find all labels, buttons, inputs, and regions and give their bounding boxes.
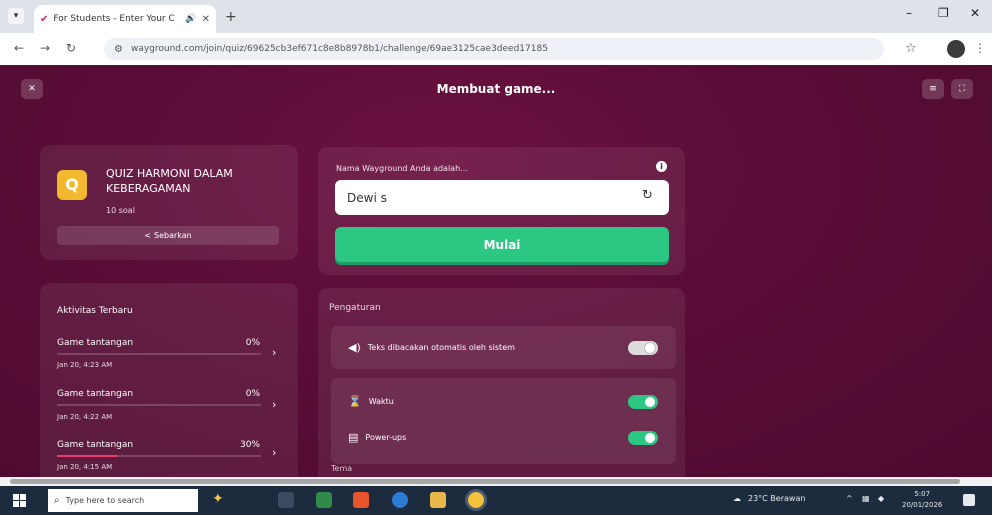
activity-progress-fill — [57, 455, 119, 457]
read-aloud-toggle[interactable] — [628, 341, 658, 355]
chrome-icon[interactable] — [468, 492, 484, 508]
activity-progress-bar — [57, 353, 261, 355]
volume-icon[interactable]: ◆ — [878, 494, 884, 503]
weather-text[interactable]: 23°C Berawan — [748, 494, 805, 503]
widgets-sparkle-icon[interactable]: ✦ — [212, 491, 224, 507]
timer-toggle[interactable] — [628, 395, 658, 409]
search-icon: ⌕ — [54, 495, 60, 506]
share-icon: < — [144, 231, 151, 240]
notification-icon[interactable] — [963, 494, 975, 506]
tab-title: For Students - Enter Your C — [53, 14, 175, 24]
activity-percent: 30% — [239, 440, 260, 450]
chevron-right-icon[interactable]: › — [272, 398, 276, 411]
chevron-right-icon[interactable]: › — [272, 446, 276, 459]
wayground-page: ✕ Membuat game... ≡ ⛶ Q QUIZ HARMONI DAL… — [0, 65, 992, 477]
reload-icon[interactable]: ↻ — [66, 41, 76, 55]
edge-icon[interactable] — [392, 492, 408, 508]
power-ups-icon: ▤ — [348, 431, 359, 444]
taskbar-search[interactable]: ⌕ Type here to search — [48, 489, 198, 512]
profile-avatar[interactable] — [947, 40, 965, 58]
quiz-logo: Q — [57, 170, 87, 200]
name-label: Nama Wayground Anda adalah... — [336, 164, 468, 173]
setting-label: Teks dibacakan otomatis oleh sistem — [367, 343, 515, 352]
back-icon[interactable]: ← — [14, 41, 24, 55]
activity-progress-bar — [57, 404, 261, 406]
activity-date: Jan 20, 4:23 AM — [57, 361, 113, 369]
setting-group-game: ⌛ Waktu ▤ Power-ups — [331, 378, 676, 464]
start-button[interactable]: Mulai — [335, 227, 669, 262]
bookmark-star-icon[interactable]: ☆ — [905, 41, 917, 56]
menu-button[interactable]: ≡ — [922, 79, 944, 99]
task-view-icon[interactable] — [278, 492, 294, 508]
speaker-icon: ◀) — [348, 341, 361, 354]
tab-search-icon[interactable]: ▾ — [8, 8, 24, 24]
activity-percent: 0% — [245, 389, 260, 399]
name-input[interactable] — [335, 180, 669, 215]
activity-progress-bar — [57, 455, 261, 457]
toggle-knob — [645, 433, 655, 443]
setting-label: Waktu — [368, 397, 394, 406]
activity-date: Jan 20, 4:22 AM — [57, 413, 113, 421]
quiz-title: QUIZ HARMONI DALAM KEBERAGAMAN — [106, 167, 233, 195]
setting-row-read-aloud: ◀) Teks dibacakan otomatis oleh sistem — [331, 326, 676, 369]
clock-date: 20/01/2026 — [902, 501, 943, 509]
close-window-button[interactable]: ✕ — [970, 6, 980, 20]
weather-icon[interactable]: ☁ — [733, 494, 741, 503]
toggle-knob — [645, 343, 655, 353]
share-label: Sebarkan — [153, 231, 192, 240]
chevron-right-icon[interactable]: › — [272, 346, 276, 359]
office-icon[interactable] — [353, 492, 369, 508]
browser-toolbar: ← → ↻ ⚙ wayground.com/join/quiz/69625cb3… — [0, 33, 992, 65]
toggle-knob — [645, 397, 655, 407]
scrollbar-thumb[interactable] — [10, 479, 960, 484]
browser-tab[interactable]: ✔ For Students - Enter Your C 🔊 ✕ — [34, 5, 216, 33]
activity-percent: 0% — [245, 338, 260, 348]
new-tab-button[interactable]: + — [225, 9, 237, 25]
timer-icon: ⌛ — [348, 395, 362, 408]
minimize-button[interactable]: – — [906, 6, 912, 20]
windows-taskbar: ⌕ Type here to search ✦ ☁ 23°C Berawan ^… — [0, 486, 992, 515]
taskbar-search-placeholder: Type here to search — [65, 496, 145, 505]
settings-title: Pengaturan — [329, 303, 381, 313]
windows-start-icon[interactable] — [13, 494, 26, 507]
tray-chevron-icon[interactable]: ^ — [846, 494, 853, 503]
activity-date: Jan 20, 4:15 AM — [57, 463, 113, 471]
theme-label: Tema — [331, 464, 353, 473]
refresh-name-icon[interactable]: ↻ — [642, 188, 653, 203]
activity-name: Game tantangan — [57, 338, 134, 348]
excel-icon[interactable] — [316, 492, 332, 508]
setting-label: Power-ups — [365, 433, 407, 442]
address-bar[interactable]: ⚙ wayground.com/join/quiz/69625cb3ef671c… — [104, 38, 884, 60]
site-info-icon[interactable]: ⚙ — [114, 44, 123, 55]
page-title: Membuat game... — [436, 82, 556, 96]
file-explorer-icon[interactable] — [430, 492, 446, 508]
top-bar: ✕ Membuat game... ≡ ⛶ — [0, 65, 992, 113]
taskbar-clock[interactable]: 5:07 20/01/2026 — [902, 489, 942, 511]
browser-menu-icon[interactable]: ⋮ — [974, 41, 986, 55]
clock-time: 5:07 — [914, 490, 931, 498]
browser-tab-strip: ▾ ✔ For Students - Enter Your C 🔊 ✕ + – … — [0, 0, 992, 33]
activity-title: Aktivitas Terbaru — [57, 306, 133, 316]
info-icon[interactable]: i — [656, 161, 667, 172]
network-icon[interactable]: ▦ — [862, 494, 870, 503]
quiz-question-count: 10 soal — [106, 206, 135, 215]
url-text: wayground.com/join/quiz/69625cb3ef671c8e… — [130, 44, 548, 54]
power-ups-toggle[interactable] — [628, 431, 658, 445]
wayground-favicon-icon: ✔ — [40, 13, 49, 25]
fullscreen-button[interactable]: ⛶ — [951, 79, 973, 99]
horizontal-scrollbar[interactable] — [0, 477, 992, 486]
tab-close-icon[interactable]: ✕ — [202, 14, 210, 25]
forward-icon[interactable]: → — [40, 41, 50, 55]
activity-name: Game tantangan — [57, 440, 134, 450]
maximize-button[interactable]: ❐ — [938, 6, 949, 20]
activity-name: Game tantangan — [57, 389, 134, 399]
tab-audio-icon[interactable]: 🔊 — [185, 14, 196, 24]
share-button[interactable]: < Sebarkan — [57, 226, 279, 245]
